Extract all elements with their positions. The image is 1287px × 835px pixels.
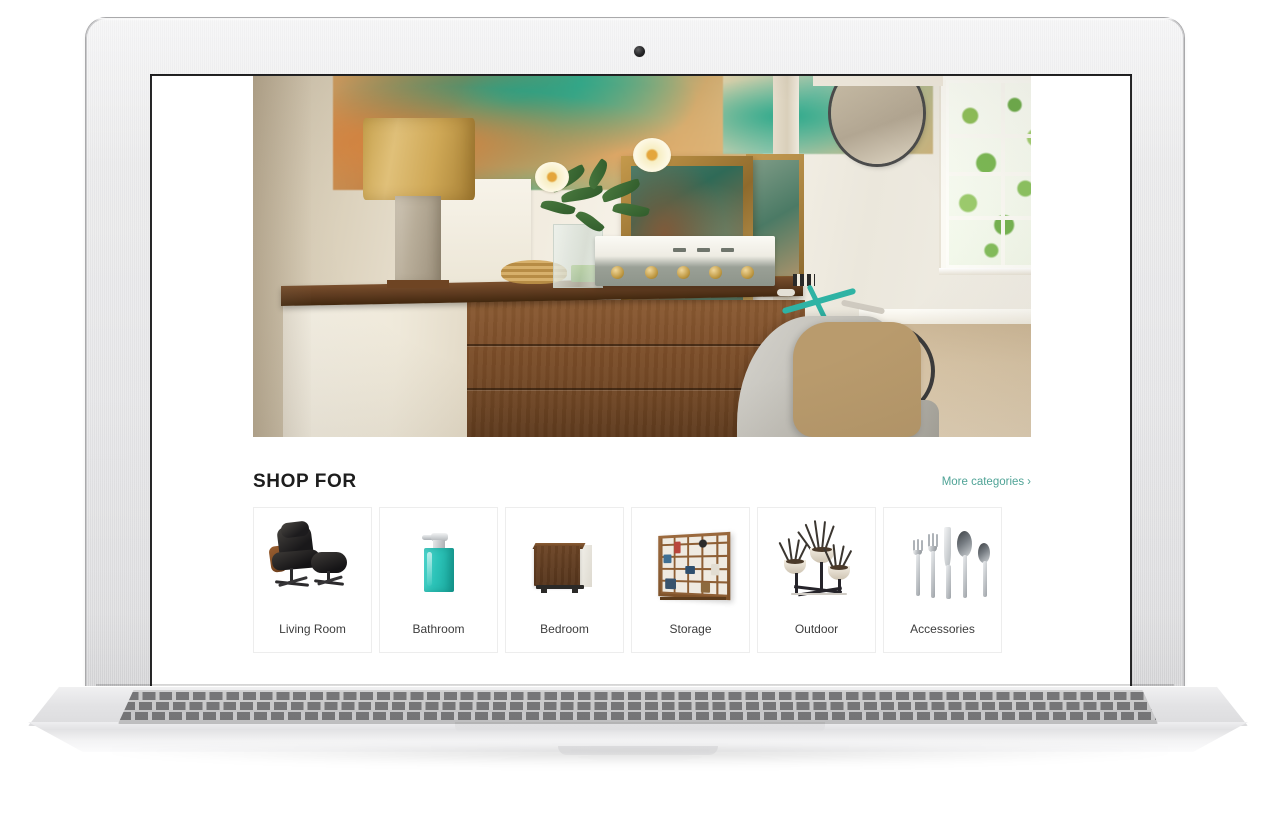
category-label: Bedroom [540, 622, 589, 636]
category-label: Outdoor [794, 622, 839, 636]
hero-flower [535, 162, 569, 192]
laptop-mockup: SHOP FOR More categories › Living Room B… [0, 0, 1287, 835]
hero-window-mullion [949, 216, 1031, 220]
hero-amp-knob [741, 266, 754, 279]
hero-mirror-crop-mask [813, 76, 943, 86]
shop-for-section: SHOP FOR More categories › Living Room B… [152, 437, 1130, 688]
hero-wall-shadow [253, 76, 311, 437]
hero-flower [633, 138, 671, 172]
potted-plants-icon [758, 518, 875, 618]
screen-viewport: SHOP FOR More categories › Living Room B… [152, 76, 1130, 688]
laptop-trackpad[interactable] [455, 722, 825, 732]
laptop-drop-shadow [110, 748, 1170, 766]
laptop-keyboard[interactable] [118, 690, 1158, 724]
category-tile-storage[interactable]: Storage [631, 507, 750, 653]
hero-amp-knob [677, 266, 690, 279]
category-label: Storage [669, 622, 712, 636]
keyboard-row [118, 712, 1158, 720]
category-tile-bedroom[interactable]: Bedroom [505, 507, 624, 653]
category-label: Accessories [910, 622, 975, 636]
category-label: Bathroom [412, 622, 465, 636]
shop-for-header: SHOP FOR More categories › [253, 471, 1031, 497]
hero-bike-seat [777, 289, 795, 296]
category-grid: Living Room Bathroom Bedroom Storage Out… [253, 507, 1035, 653]
chevron-right-icon: › [1027, 476, 1031, 488]
hero-banner[interactable] [253, 76, 1031, 437]
hero-amp-knob [709, 266, 722, 279]
webcam-icon [634, 46, 645, 57]
category-tile-outdoor[interactable]: Outdoor [757, 507, 876, 653]
nightstand-icon [506, 518, 623, 618]
webpage: SHOP FOR More categories › Living Room B… [152, 76, 1130, 688]
category-tile-bathroom[interactable]: Bathroom [379, 507, 498, 653]
hero-amp-label [673, 248, 686, 252]
category-label: Living Room [279, 622, 346, 636]
hero-lamp-base [395, 196, 441, 284]
more-categories-label: More categories [941, 476, 1025, 488]
hero-binder-clips [793, 274, 815, 286]
shelving-unit-icon [632, 518, 749, 618]
keyboard-row [125, 692, 1151, 700]
page-title: SHOP FOR [253, 471, 357, 492]
category-tile-accessories[interactable]: Accessories [883, 507, 1002, 653]
more-categories-link[interactable]: More categories › [942, 476, 1031, 488]
hero-window-mullion [949, 172, 1031, 176]
hero-amp-knob [611, 266, 624, 279]
category-tile-living-room[interactable]: Living Room [253, 507, 372, 653]
hero-drawer-seam [467, 344, 805, 346]
keyboard-row [122, 702, 1154, 710]
flatware-icon [884, 518, 1001, 618]
hero-amp-knob [645, 266, 658, 279]
hero-lamp-foot [387, 280, 449, 288]
hero-plaid-shirt [793, 322, 921, 437]
lid-edge-highlight [86, 18, 1184, 21]
hero-amp-label [721, 248, 734, 252]
hero-lamp-shade [363, 118, 475, 200]
soap-dispenser-icon [380, 518, 497, 618]
hero-window-mullion [949, 134, 1031, 138]
hero-amp-label [697, 248, 710, 252]
hero-window-sill [939, 268, 1031, 275]
lounge-chair-icon [254, 518, 371, 618]
